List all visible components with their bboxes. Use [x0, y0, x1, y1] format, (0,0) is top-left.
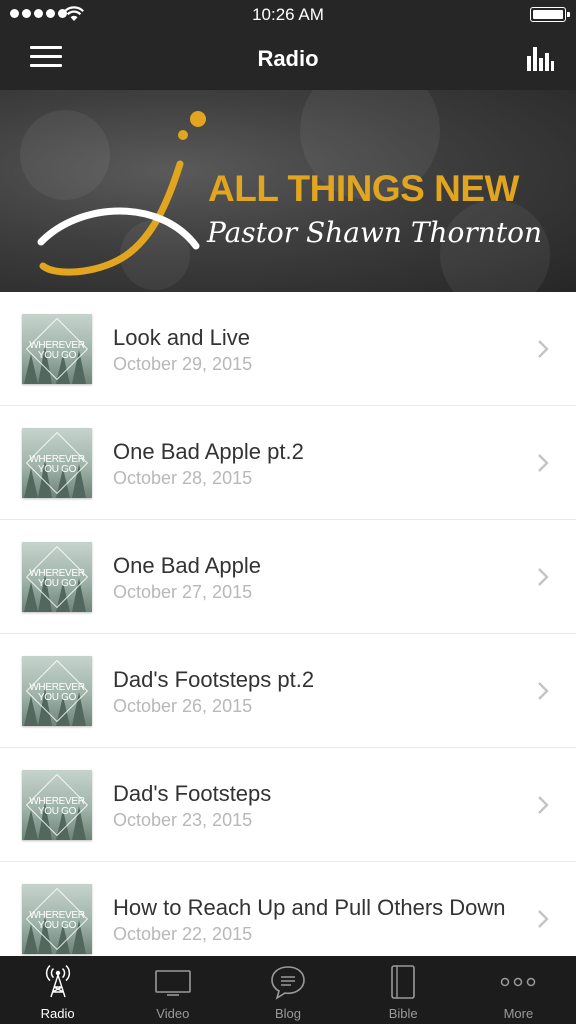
episode-title: How to Reach Up and Pull Others Down [113, 895, 506, 920]
tab-label: Video [156, 1006, 190, 1021]
episode-date: October 23, 2015 [113, 810, 253, 830]
episode-title: Dad's Footsteps [113, 781, 272, 806]
page-title: Radio [257, 46, 319, 71]
radio-tower-icon [45, 964, 70, 998]
chevron-right-icon [538, 796, 549, 814]
tab-label: More [503, 1006, 534, 1021]
tab-radio[interactable]: Radio [0, 956, 115, 1024]
episode-title: One Bad Apple [113, 553, 262, 578]
episode-artwork: WHEREVER YOU GO [22, 314, 92, 384]
list-item[interactable]: WHEREVER YOU GO Dad's Footsteps pt.2 Octo… [0, 634, 576, 748]
list-item[interactable]: WHEREVER YOU GO Dad's Footsteps October 2… [0, 748, 576, 862]
episode-date: October 22, 2015 [113, 924, 253, 944]
list-item[interactable]: WHEREVER YOU GO One Bad Apple pt.2 Octobe… [0, 406, 576, 520]
tab-bible[interactable]: Bible [346, 956, 461, 1024]
series-title: ALL THINGS NEW [208, 168, 519, 209]
episode-date: October 28, 2015 [113, 468, 253, 488]
more-dots-icon [501, 977, 536, 987]
tab-label: Bible [388, 1006, 418, 1021]
episode-title: One Bad Apple pt.2 [113, 439, 304, 464]
chat-bubble-icon [271, 966, 305, 1000]
episode-title: Look and Live [113, 325, 250, 350]
episode-artwork: WHEREVER YOU GO [22, 656, 92, 726]
battery-icon [530, 7, 570, 22]
series-subtitle: Pastor Shawn Thornton [207, 216, 542, 249]
tab-blog[interactable]: Blog [230, 956, 345, 1024]
list-item[interactable]: WHEREVER YOU GO One Bad Apple October 27,… [0, 520, 576, 634]
navigation-bar: Radio [0, 30, 576, 90]
chevron-right-icon [538, 454, 549, 472]
tv-icon [154, 970, 191, 996]
episode-artwork: WHEREVER YOU GO [22, 884, 92, 954]
chevron-right-icon [538, 568, 549, 586]
book-icon [391, 965, 416, 999]
episode-date: October 26, 2015 [113, 696, 253, 716]
episode-date: October 27, 2015 [113, 582, 253, 602]
episode-date: October 29, 2015 [113, 354, 253, 374]
episode-list[interactable]: WHEREVER YOU GO Look and Live October 29,… [0, 292, 576, 956]
tab-bar: Radio Video Blog Bible More [0, 956, 576, 1024]
list-item[interactable]: WHEREVER YOU GO How to Reach Up and Pull … [0, 862, 576, 956]
tab-label: Radio [40, 1006, 75, 1021]
episode-artwork: WHEREVER YOU GO [22, 770, 92, 840]
equalizer-icon[interactable] [526, 44, 554, 72]
episode-title: Dad's Footsteps pt.2 [113, 667, 315, 692]
chevron-right-icon [538, 340, 549, 358]
tab-more[interactable]: More [461, 956, 576, 1024]
episode-artwork: WHEREVER YOU GO [22, 428, 92, 498]
tab-label: Blog [274, 1006, 302, 1021]
status-bar: 10:26 AM [0, 0, 576, 30]
status-time: 10:26 AM [252, 5, 324, 24]
chevron-right-icon [538, 682, 549, 700]
chevron-right-icon [538, 910, 549, 928]
tab-video[interactable]: Video [115, 956, 230, 1024]
episode-artwork: WHEREVER YOU GO [22, 542, 92, 612]
series-banner: ALL THINGS NEW Pastor Shawn Thornton [0, 90, 576, 292]
list-item[interactable]: WHEREVER YOU GO Look and Live October 29,… [0, 292, 576, 406]
